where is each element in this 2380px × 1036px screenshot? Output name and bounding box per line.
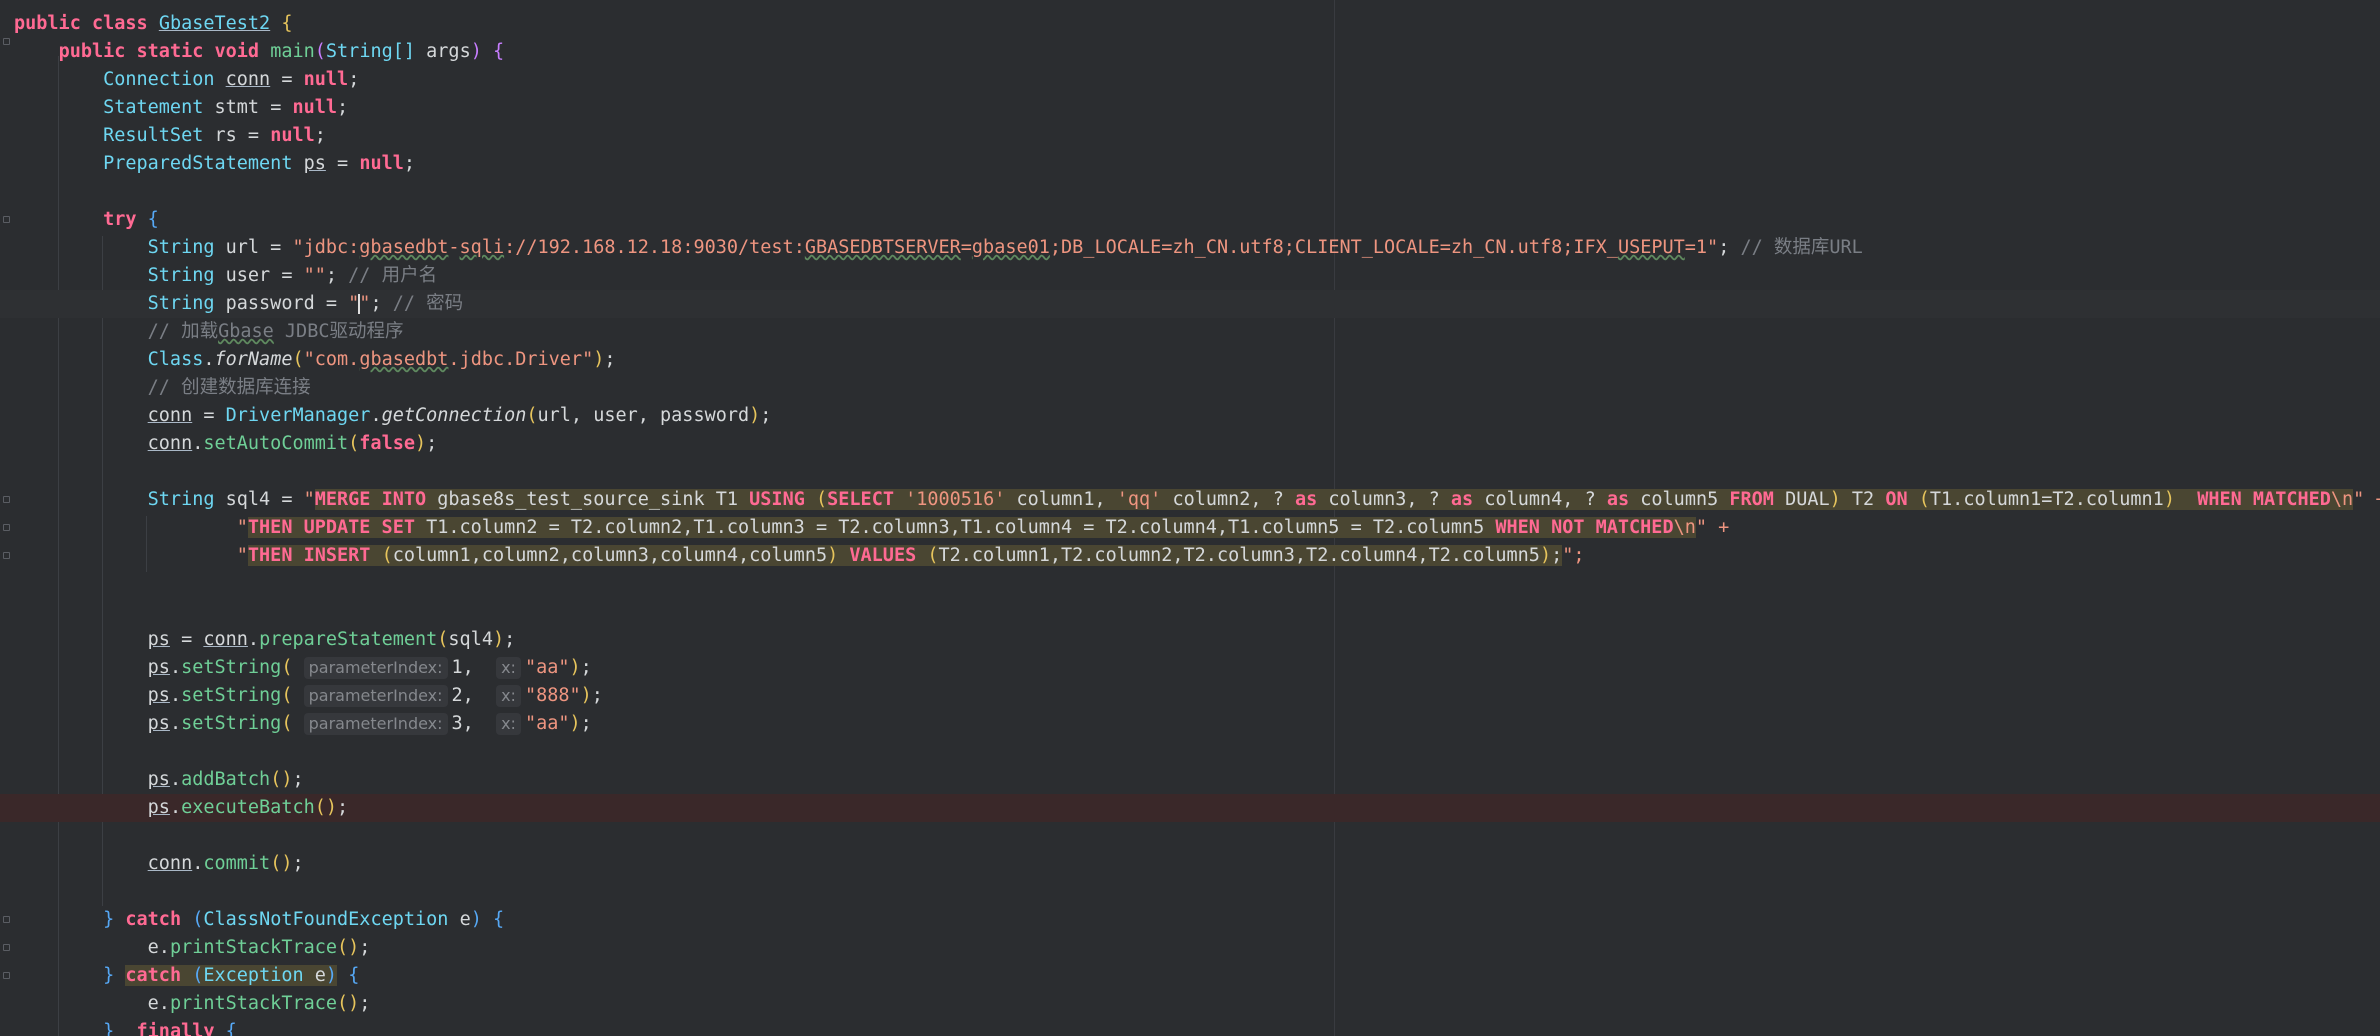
code-line-18[interactable]: String sql4 = "MERGE INTO gbase8s_test_s… xyxy=(0,486,2380,514)
code-line-31[interactable]: conn.commit(); xyxy=(0,850,2380,878)
parameter-hint: x: xyxy=(496,685,521,707)
code-line-35[interactable]: } catch (Exception e) { xyxy=(0,962,2380,990)
code-line-28[interactable]: ps.addBatch(); xyxy=(0,766,2380,794)
code-line-11[interactable]: String password = ""; // 密码 xyxy=(0,290,2380,318)
code-line-2[interactable]: public static void main(String[] args) { xyxy=(0,38,2380,66)
code-line-26[interactable]: ps.setString( parameterIndex: 3, x: "aa"); xyxy=(0,710,2380,738)
parameter-hint: x: xyxy=(496,657,521,679)
code-line-8[interactable]: try { xyxy=(0,206,2380,234)
parameter-hint: x: xyxy=(496,713,521,735)
code-line-9[interactable]: String url = "jdbc:gbasedbt-sqli://192.1… xyxy=(0,234,2380,262)
code-line-23[interactable]: ps = conn.prepareStatement(sql4); xyxy=(0,626,2380,654)
code-line-13[interactable]: Class.forName("com.gbasedbt.jdbc.Driver"… xyxy=(0,346,2380,374)
code-editor[interactable]: public class GbaseTest2 { public static … xyxy=(0,0,2380,1036)
sql-injection-fragment[interactable]: THEN INSERT (column1,column2,column3,col… xyxy=(247,545,1563,566)
code-line-37[interactable]: } finally { xyxy=(0,1018,2380,1036)
code-line-10[interactable]: String user = ""; // 用户名 xyxy=(0,262,2380,290)
parameter-hint: parameterIndex: xyxy=(303,657,448,679)
sql-injection-fragment[interactable]: THEN UPDATE SET T1.column2 = T2.column2,… xyxy=(247,517,1696,538)
sql-injection-fragment[interactable]: MERGE INTO gbase8s_test_source_sink T1 U… xyxy=(314,489,2354,510)
code-line-4[interactable]: Statement stmt = null; xyxy=(0,94,2380,122)
parameter-hint: parameterIndex: xyxy=(303,713,448,735)
code-line-16[interactable]: conn.setAutoCommit(false); xyxy=(0,430,2380,458)
code-line-14[interactable]: // 创建数据库连接 xyxy=(0,374,2380,402)
code-line-29[interactable]: ps.executeBatch(); xyxy=(0,794,2380,822)
code-line-1[interactable]: public class GbaseTest2 { xyxy=(0,10,2380,38)
code-line-6[interactable]: PreparedStatement ps = null; xyxy=(0,150,2380,178)
code-line-19[interactable]: "THEN UPDATE SET T1.column2 = T2.column2… xyxy=(0,514,2380,542)
code-line-5[interactable]: ResultSet rs = null; xyxy=(0,122,2380,150)
code-line-12[interactable]: // 加载Gbase JDBC驱动程序 xyxy=(0,318,2380,346)
code-line-24[interactable]: ps.setString( parameterIndex: 1, x: "aa"); xyxy=(0,654,2380,682)
code-line-15[interactable]: conn = DriverManager.getConnection(url, … xyxy=(0,402,2380,430)
parameter-hint: parameterIndex: xyxy=(303,685,448,707)
code-line-25[interactable]: ps.setString( parameterIndex: 2, x: "888")… xyxy=(0,682,2380,710)
method-name[interactable]: main xyxy=(270,41,315,62)
class-name[interactable]: GbaseTest2 xyxy=(159,13,270,34)
code-line-20[interactable]: "THEN INSERT (column1,column2,column3,co… xyxy=(0,542,2380,570)
code-line-3[interactable]: Connection conn = null; xyxy=(0,66,2380,94)
code-line-33[interactable]: } catch (ClassNotFoundException e) { xyxy=(0,906,2380,934)
code-line-34[interactable]: e.printStackTrace(); xyxy=(0,934,2380,962)
code-line-36[interactable]: e.printStackTrace(); xyxy=(0,990,2380,1018)
